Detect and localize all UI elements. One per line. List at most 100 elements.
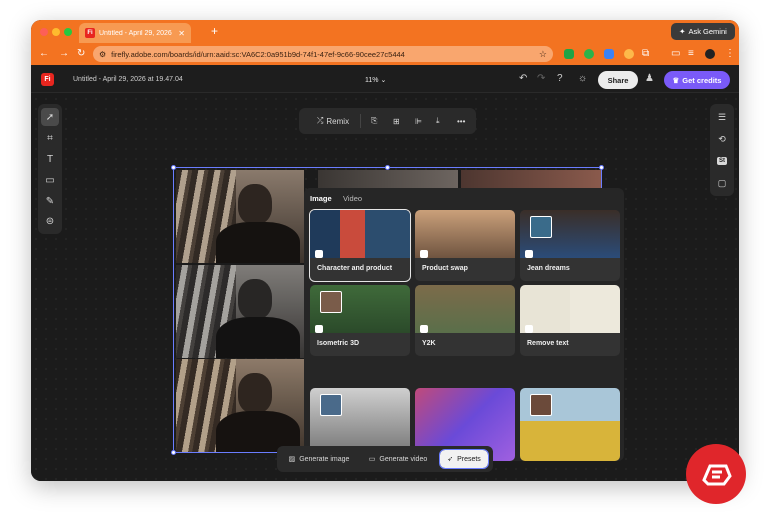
redo-icon[interactable]: ↷ <box>537 73 545 84</box>
portrait-image-3[interactable] <box>176 359 304 452</box>
comment-icon[interactable]: ▢ <box>713 174 731 192</box>
preset-card-character-and-product[interactable]: Character and product <box>309 209 411 282</box>
get-credits-label: Get credits <box>682 75 722 85</box>
preset-card-label: Isometric 3D <box>317 340 360 347</box>
stock-icon[interactable]: St <box>713 152 731 170</box>
download-icon[interactable]: ⤓ <box>436 113 440 129</box>
browser-tab-bar: Fi Untitled - April 29, 2026 at 1 ✕ + ✦ … <box>31 20 739 43</box>
resize-handle[interactable] <box>385 165 390 170</box>
brand-logo <box>686 444 746 504</box>
left-toolbar: ➚ ⌗ T ▭ ✎ ⊜ <box>38 104 62 234</box>
extension-blue-icon[interactable] <box>604 49 614 59</box>
notifications-icon[interactable]: ♟ <box>645 73 654 84</box>
browser-tab-active[interactable]: Fi Untitled - April 29, 2026 at 1 ✕ <box>79 23 191 43</box>
tab-video[interactable]: Video <box>343 194 362 203</box>
generate-video-button[interactable]: ▭ Generate video <box>361 450 435 468</box>
resize-handle[interactable] <box>171 165 176 170</box>
history-icon[interactable]: ⟲ <box>713 130 731 148</box>
preset-card-jean-dreams[interactable]: Jean dreams <box>520 210 620 281</box>
more-options-icon[interactable]: ••• <box>457 113 465 129</box>
close-tab-icon[interactable]: ✕ <box>178 29 185 38</box>
generate-image-button[interactable]: ▨ Generate image <box>282 450 356 468</box>
resize-handle[interactable] <box>171 450 176 455</box>
bookmark-star-icon[interactable]: ☆ <box>539 49 547 60</box>
generate-toolbar: ▨ Generate image ▭ Generate video ➶ Pres… <box>277 446 493 472</box>
tab-title: Untitled - April 29, 2026 at 1 <box>99 29 174 37</box>
remix-button[interactable]: ⤮ Remix <box>317 113 349 129</box>
profile-avatar[interactable] <box>705 49 715 59</box>
lightbulb-icon[interactable]: ☼ <box>578 73 587 84</box>
extension-green-icon[interactable] <box>564 49 574 59</box>
document-title[interactable]: Untitled - April 29, 2026 at 19.47.04 <box>73 76 183 83</box>
video-icon: ▭ <box>368 456 376 463</box>
preset-card-product-swap[interactable]: Product swap <box>415 210 515 281</box>
ask-gemini-button[interactable]: ✦ Ask Gemini <box>671 23 735 40</box>
remix-label: Remix <box>326 116 350 126</box>
shape-tool-icon[interactable]: ▭ <box>41 171 59 189</box>
preset-card-sunflower-field[interactable] <box>520 388 620 461</box>
new-tab-button[interactable]: + <box>211 24 218 38</box>
zoom-level-value: 11% <box>365 77 379 84</box>
toolbar-divider <box>360 114 361 128</box>
site-settings-icon[interactable]: ⚙ <box>99 50 106 59</box>
forward-arrow-icon[interactable]: → <box>59 48 69 59</box>
assets-tool-icon[interactable]: ⊜ <box>41 212 59 230</box>
preset-card-isometric-3d[interactable]: Isometric 3D <box>310 285 410 356</box>
tab-image[interactable]: Image <box>310 194 332 203</box>
align-icon[interactable]: ⊫ <box>415 113 422 129</box>
presets-panel: Image Video Character and product Produc… <box>304 188 624 461</box>
preset-card-remove-text[interactable]: Remove text <box>520 285 620 356</box>
portrait-image-1[interactable] <box>176 170 304 263</box>
url-field[interactable]: ⚙ firefly.adobe.com/boards/id/urn:aaid:s… <box>93 46 553 62</box>
presets-button[interactable]: ➶ Presets <box>439 449 489 469</box>
tab-search-icon[interactable]: ▭ <box>671 48 680 59</box>
shuffle-icon: ⤮ <box>317 116 324 125</box>
edit-icon[interactable]: ⎘ <box>371 113 377 129</box>
pen-tool-icon[interactable]: ✎ <box>41 192 59 210</box>
firefly-badge-icon <box>420 325 428 333</box>
firefly-badge-icon <box>525 250 533 258</box>
board-canvas[interactable]: ➚ ⌗ T ▭ ✎ ⊜ ☰ ⟲ St ▢ ⤮ Remix ⎘ ⊞ ⊫ ⤓ ••• <box>31 94 739 481</box>
zoom-level-dropdown[interactable]: 11% ⌄ <box>365 76 386 84</box>
firefly-badge-icon <box>315 325 323 333</box>
chevron-down-icon: ⌄ <box>380 77 387 84</box>
reference-thumbnail <box>320 291 342 313</box>
crop-tool-icon[interactable]: ⌗ <box>41 129 59 147</box>
close-window-button[interactable] <box>40 28 48 36</box>
extension-phone-icon[interactable] <box>584 49 594 59</box>
preset-card-label: Jean dreams <box>527 265 570 272</box>
preset-preview-image <box>310 210 410 258</box>
brand-logo-icon <box>702 464 732 486</box>
reference-thumbnail <box>530 216 552 238</box>
image-icon: ▨ <box>288 456 296 463</box>
preset-card-label: Product swap <box>422 265 468 272</box>
select-tool-icon[interactable]: ➚ <box>41 108 59 126</box>
crown-icon: ♛ <box>672 75 680 85</box>
help-icon[interactable]: ? <box>557 73 563 84</box>
preset-card-label: Y2K <box>422 340 436 347</box>
adjustments-icon[interactable]: ☰ <box>713 108 731 126</box>
url-text: firefly.adobe.com/boards/id/urn:aaid:sc:… <box>111 49 405 59</box>
reference-thumbnail <box>530 394 552 416</box>
back-arrow-icon[interactable]: ← <box>39 48 49 59</box>
maximize-window-button[interactable] <box>64 28 72 36</box>
minimize-window-button[interactable] <box>52 28 60 36</box>
portrait-image-2[interactable] <box>176 265 304 358</box>
gemini-sparkle-icon: ✦ <box>679 27 686 36</box>
extensions-puzzle-icon[interactable]: ⧉ <box>642 48 649 59</box>
resize-handle[interactable] <box>599 165 604 170</box>
grid-icon[interactable]: ⊞ <box>393 113 400 129</box>
reading-list-icon[interactable]: ≡ <box>688 48 694 59</box>
share-button[interactable]: Share <box>598 71 638 89</box>
browser-menu-icon[interactable]: ⋮ <box>725 48 735 59</box>
reference-thumbnail <box>320 394 342 416</box>
preset-card-y2k[interactable]: Y2K <box>415 285 515 356</box>
firefly-logo[interactable]: Fi <box>41 73 54 86</box>
ask-gemini-label: Ask Gemini <box>688 27 727 36</box>
undo-icon[interactable]: ↶ <box>519 73 527 84</box>
extension-yellow-icon[interactable] <box>624 49 634 59</box>
get-credits-button[interactable]: ♛ Get credits <box>664 71 730 89</box>
firefly-app-header: Fi Untitled - April 29, 2026 at 19.47.04… <box>31 65 739 93</box>
reload-icon[interactable]: ↻ <box>77 48 85 59</box>
text-tool-icon[interactable]: T <box>41 150 59 168</box>
